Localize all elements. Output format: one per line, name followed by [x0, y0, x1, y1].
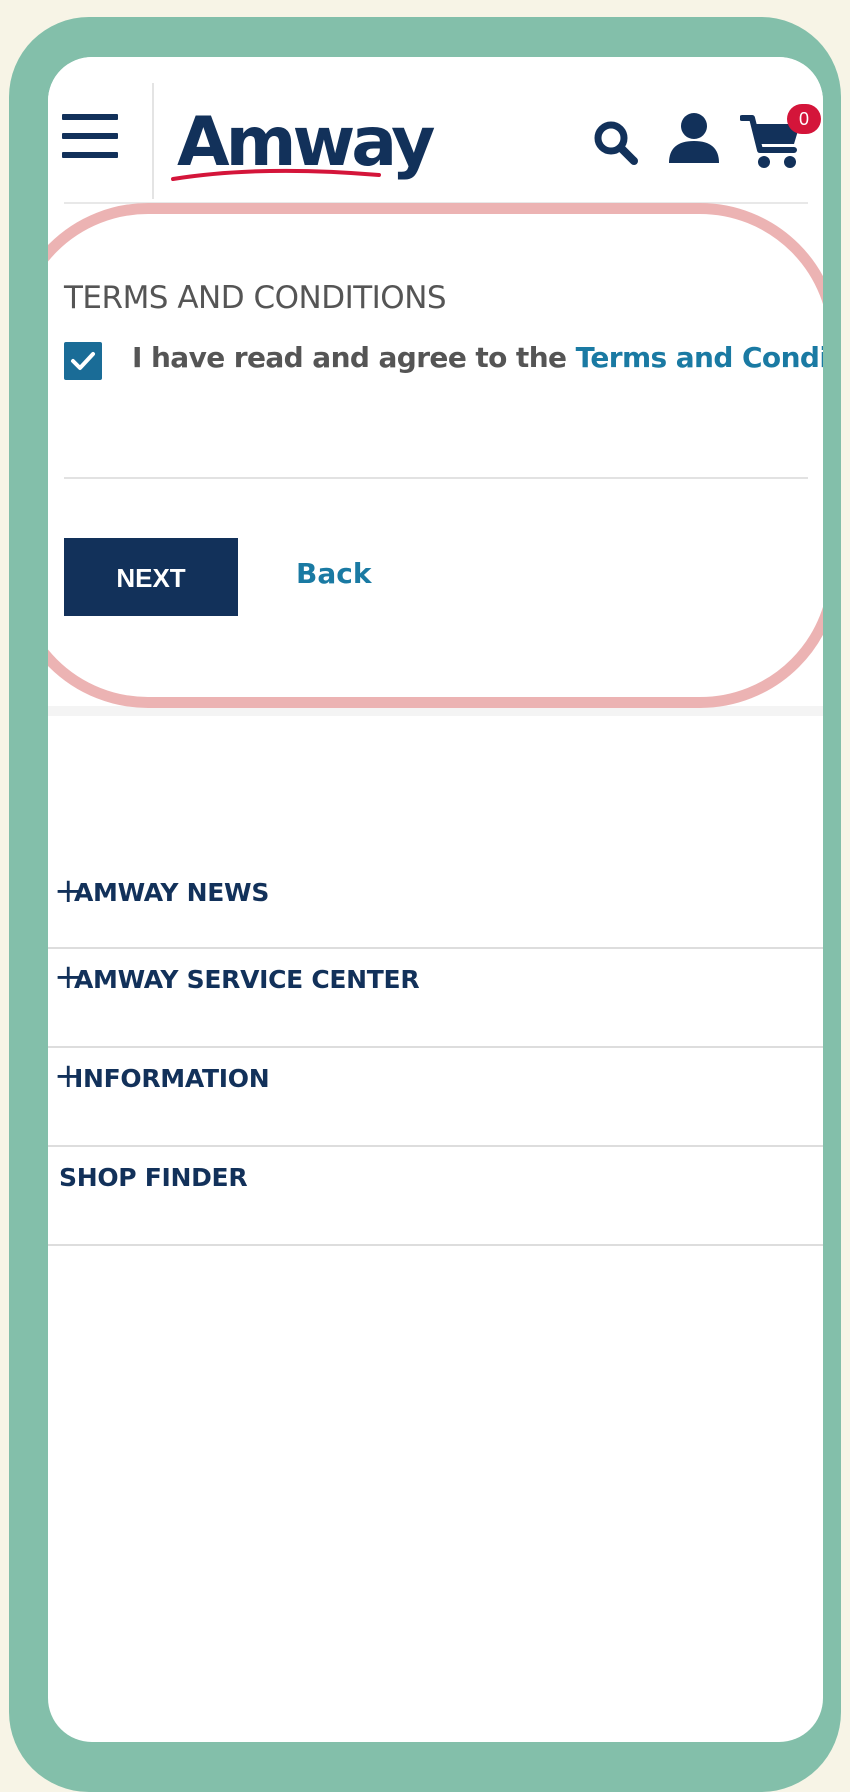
footer-item-amway-news[interactable]: + AMWAY NEWS	[48, 820, 823, 949]
user-icon[interactable]	[667, 111, 721, 165]
agree-checkbox[interactable]	[64, 342, 102, 380]
logo-swoosh-icon	[171, 168, 381, 181]
cart-count-badge: 0	[787, 104, 821, 134]
amway-logo[interactable]: Amway	[171, 101, 435, 201]
footer-item-label: SHOP FINDER	[59, 1163, 248, 1192]
footer-item-label: INFORMATION	[74, 1064, 270, 1093]
footer-item-amway-service-center[interactable]: + AMWAY SERVICE CENTER	[48, 949, 823, 1048]
section-separator	[48, 706, 823, 716]
agree-text: I have read and agree to the Terms and C…	[132, 341, 823, 374]
check-icon	[71, 352, 95, 370]
agree-label: I have read and agree to the	[132, 341, 576, 374]
footer-item-information[interactable]: + INFORMATION	[48, 1048, 823, 1147]
site-header: Amway 0	[48, 57, 823, 202]
footer-item-label: AMWAY SERVICE CENTER	[74, 965, 420, 994]
terms-title: TERMS AND CONDITIONS	[64, 280, 447, 316]
next-button[interactable]: NEXT	[64, 538, 238, 616]
highlight-annotation	[48, 203, 823, 708]
menu-icon[interactable]	[62, 114, 118, 164]
back-link[interactable]: Back	[296, 557, 371, 590]
section-divider	[64, 477, 808, 479]
search-icon[interactable]	[592, 119, 640, 167]
header-divider	[152, 83, 154, 199]
footer-menu: + AMWAY NEWS + AMWAY SERVICE CENTER + IN…	[48, 820, 823, 1246]
phone-screen: Amway 0 TERMS AND CONDITIONS I have read…	[48, 57, 823, 1742]
footer-item-label: AMWAY NEWS	[74, 878, 270, 907]
terms-link[interactable]: Terms and Conditions	[576, 341, 823, 374]
header-rule	[64, 202, 808, 204]
footer-item-shop-finder[interactable]: SHOP FINDER	[48, 1147, 823, 1246]
